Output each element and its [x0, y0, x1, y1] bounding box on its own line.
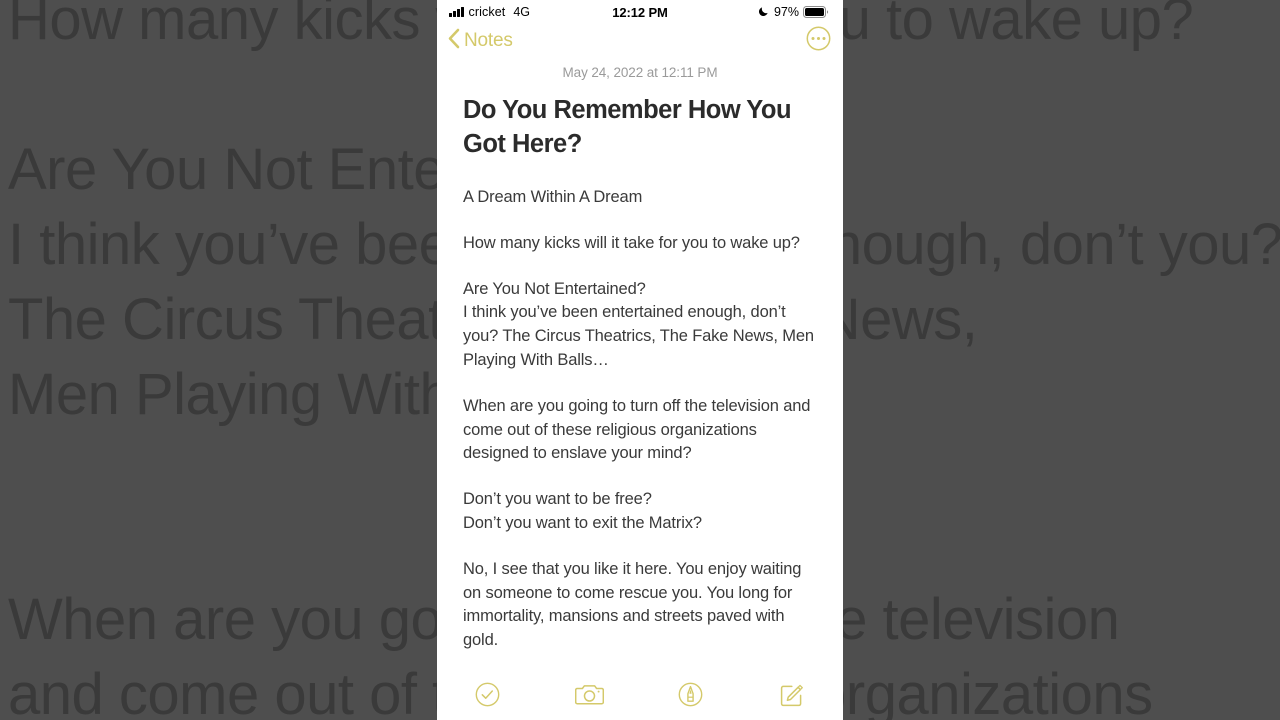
checklist-button[interactable] [437, 674, 539, 720]
compose-icon [779, 682, 805, 713]
note-paragraph: No, I see that you like it here. You enj… [463, 559, 802, 650]
note-paragraph: Don’t you want to be free? Don’t you wan… [463, 490, 702, 532]
note-paragraph: Are You Not Entertained? I think you’ve … [463, 279, 814, 369]
battery-full-icon [803, 6, 829, 18]
note-title: Do You Remember How You Got Here? [463, 96, 792, 158]
note-timestamp: May 24, 2022 at 12:11 PM [562, 65, 718, 80]
note-paragraph: When are you going to turn off the telev… [463, 396, 811, 463]
camera-button[interactable] [539, 674, 641, 720]
markup-pen-circle-icon [678, 682, 703, 712]
camera-icon [574, 682, 604, 712]
signal-bars-icon [449, 7, 464, 17]
carrier-label: cricket [468, 5, 506, 19]
more-circle-icon [806, 26, 831, 56]
note-content-scroll[interactable]: May 24, 2022 at 12:11 PM Do You Remember… [437, 58, 843, 698]
chevron-left-icon [447, 28, 460, 54]
compose-button[interactable] [742, 674, 844, 720]
status-bar-left: cricket 4G [449, 5, 530, 19]
phone-screen: cricket 4G 12:12 PM 97% Notes May 24, 20… [437, 0, 843, 720]
status-bar-right: 97% [758, 5, 829, 20]
checklist-circle-icon [475, 682, 500, 712]
crescent-moon-icon [758, 5, 770, 20]
network-type-label: 4G [513, 5, 531, 19]
back-button-label: Notes [464, 30, 513, 51]
note-paragraph: How many kicks will it take for you to w… [463, 233, 800, 252]
note-paragraph: A Dream Within A Dream [463, 188, 643, 206]
navigation-bar: Notes [437, 24, 843, 58]
battery-percent-label: 97% [773, 5, 799, 19]
note-toolbar [437, 674, 843, 720]
status-bar: cricket 4G 12:12 PM 97% [437, 0, 843, 24]
markup-button[interactable] [640, 674, 742, 720]
back-to-notes-button[interactable]: Notes [447, 28, 513, 54]
more-options-button[interactable] [806, 26, 831, 56]
